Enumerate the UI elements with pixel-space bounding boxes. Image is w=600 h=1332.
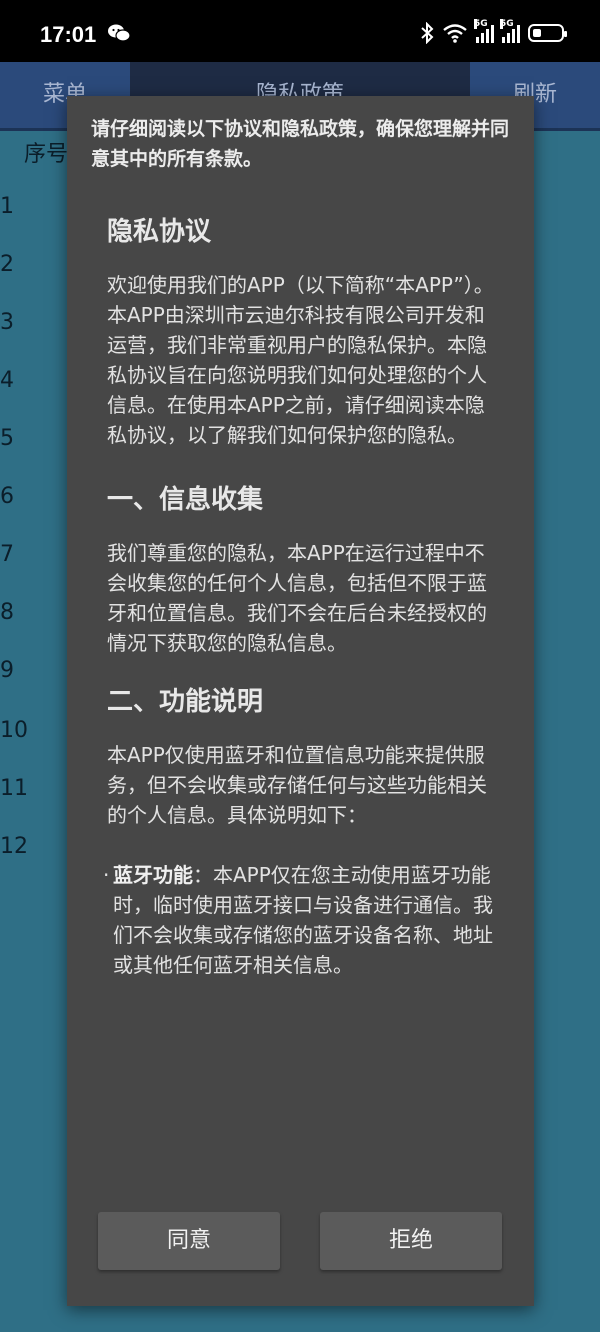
bluetooth-icon <box>421 22 434 44</box>
bluetooth-bullet: · 蓝牙功能：本APP仅在您主动使用蓝牙功能时，临时使用蓝牙接口与设备进行通信。我… <box>103 860 499 980</box>
bullet-dot-icon: · <box>103 863 110 887</box>
privacy-intro: 欢迎使用我们的APP（以下简称“本APP”）。本APP由深圳市云迪尔科技有限公司… <box>107 273 494 447</box>
signal-tag-1: 5G <box>474 19 488 29</box>
section-info-collection-title: 一、信息收集 <box>107 485 264 515</box>
wifi-icon <box>443 24 467 43</box>
list-item-number: 2 <box>0 252 14 277</box>
signal-tag-2: 5G <box>500 19 514 29</box>
signal-icon-sim2: 5G <box>500 19 520 43</box>
status-bar: 17:01 5G 5G <box>0 0 600 62</box>
reject-button[interactable]: 拒绝 <box>320 1212 502 1270</box>
list-item-number: 12 <box>0 834 28 859</box>
list-item-number: 1 <box>0 194 14 219</box>
list-item-number: 8 <box>0 600 14 625</box>
dialog-header-text: 请仔细阅读以下协议和隐私政策，确保您理解并同意其中的所有条款。 <box>91 118 510 170</box>
list-item-number: 10 <box>0 718 28 743</box>
privacy-dialog: 请仔细阅读以下协议和隐私政策，确保您理解并同意其中的所有条款。 隐私协议 欢迎使… <box>67 96 534 1306</box>
status-time: 17:01 <box>40 22 97 47</box>
list-item-number: 6 <box>0 484 14 509</box>
section-info-collection-body: 我们尊重您的隐私，本APP在运行过程中不会收集您的任何个人信息，包括但不限于蓝牙… <box>107 541 487 655</box>
list-item-number: 5 <box>0 426 14 451</box>
privacy-title: 隐私协议 <box>107 217 212 247</box>
section-function-title: 二、功能说明 <box>107 687 264 717</box>
agree-button[interactable]: 同意 <box>98 1212 280 1270</box>
dialog-scroll-content[interactable]: 隐私协议 欢迎使用我们的APP（以下简称“本APP”）。本APP由深圳市云迪尔科… <box>103 212 499 980</box>
signal-icon-sim1: 5G <box>474 19 494 43</box>
bullet-label: 蓝牙功能 <box>113 863 193 887</box>
list-item-number: 7 <box>0 542 14 567</box>
list-item-number: 4 <box>0 368 14 393</box>
list-item-number: 3 <box>0 310 14 335</box>
list-item-number: 11 <box>0 776 28 801</box>
wechat-icon <box>108 24 130 42</box>
battery-icon <box>528 24 567 42</box>
status-icons: 5G 5G <box>420 19 567 44</box>
column-header-index: 序号 <box>24 142 69 167</box>
section-function-body: 本APP仅使用蓝牙和位置信息功能来提供服务，但不会收集或存储任何与这些功能相关的… <box>107 743 487 827</box>
list-item-number: 9 <box>0 658 14 683</box>
